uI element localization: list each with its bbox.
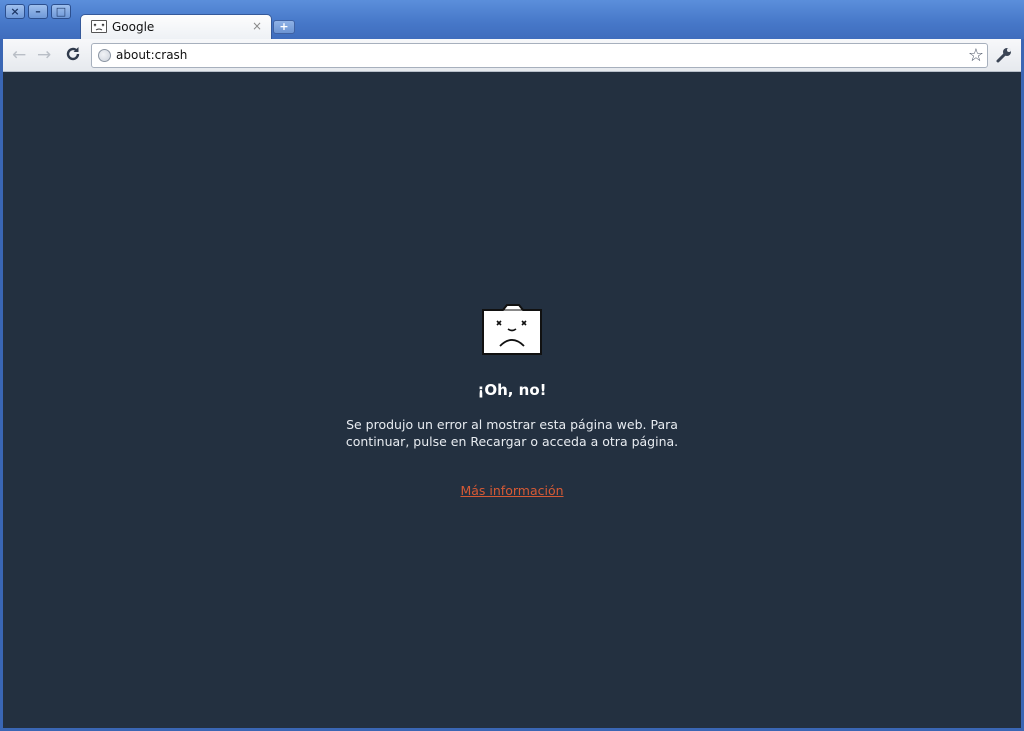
tab-close-icon[interactable]: × [252, 19, 262, 33]
page-content: ¡Oh, no! Se produjo un error al mostrar … [3, 72, 1021, 728]
reload-button[interactable] [64, 45, 82, 68]
globe-icon [98, 49, 111, 62]
wrench-menu-icon[interactable] [995, 46, 1013, 68]
sad-folder-icon [481, 302, 543, 356]
error-headline: ¡Oh, no! [477, 381, 547, 399]
window-controls: × – □ [5, 4, 71, 19]
window-close-button[interactable]: × [5, 4, 25, 19]
reload-icon [66, 47, 80, 61]
browser-tab[interactable]: Google × [80, 14, 272, 39]
address-bar[interactable]: about:crash ☆ [91, 43, 988, 68]
url-text[interactable]: about:crash [116, 48, 187, 62]
title-bar: × – □ Google × + [0, 0, 1024, 39]
more-info-link[interactable]: Más información [3, 483, 1021, 498]
window-minimize-button[interactable]: – [28, 4, 48, 19]
tab-title: Google [112, 20, 155, 34]
error-message: Se produjo un error al mostrar esta pági… [345, 417, 679, 449]
forward-button[interactable]: → [37, 45, 51, 65]
toolbar: ← → about:crash ☆ [3, 39, 1021, 72]
bookmark-star-icon[interactable]: ☆ [968, 45, 984, 66]
new-tab-button[interactable]: + [273, 20, 295, 34]
window-maximize-button[interactable]: □ [51, 4, 71, 19]
sad-tab-icon [91, 20, 107, 33]
back-button[interactable]: ← [12, 45, 26, 65]
